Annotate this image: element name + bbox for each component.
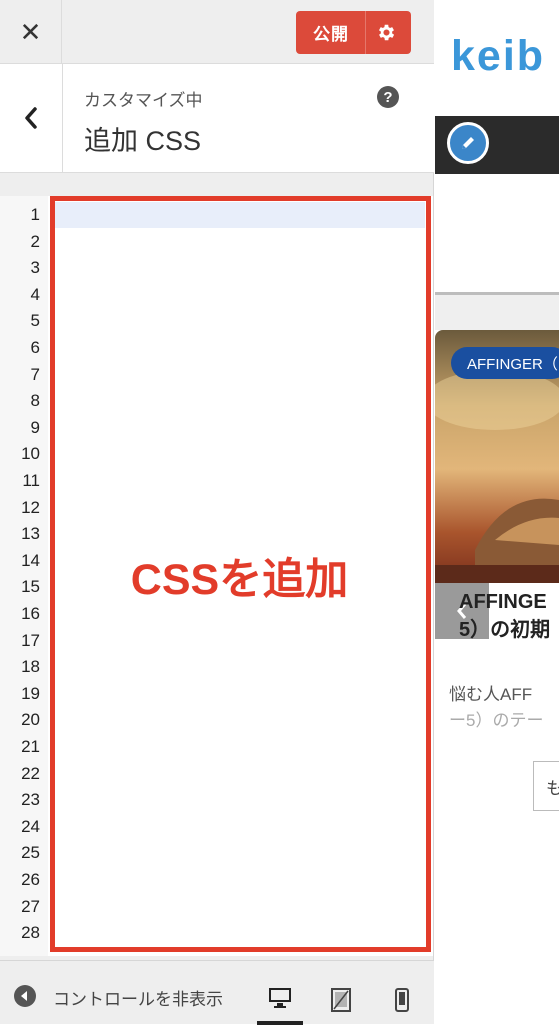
preview-menu-bar xyxy=(435,116,559,174)
help-icon[interactable]: ? xyxy=(377,86,399,108)
customizer-topbar: ✕ 公開 xyxy=(0,0,434,64)
back-button[interactable] xyxy=(0,64,63,172)
customizer-panel: ✕ 公開 カスタマイズ中 追加 CSS ? 1 2 3 4 5 6 7 8 9 10 11 12 13 1… xyxy=(0,0,434,1025)
close-button[interactable]: ✕ xyxy=(0,0,62,64)
read-more-button[interactable]: も xyxy=(533,761,559,811)
post-title-line1: AFFINGE xyxy=(459,591,547,613)
line-number: 16 xyxy=(21,604,40,623)
preview-content: AFFINGER（ AFFINGE 5）の初期 悩む人AFF ー5）のテー も xyxy=(435,292,559,843)
line-number: 9 xyxy=(30,417,40,437)
line-number: 2 xyxy=(30,231,40,251)
mobile-preview-button[interactable] xyxy=(379,975,425,1025)
desktop-preview-button[interactable] xyxy=(257,975,303,1025)
post-card[interactable]: AFFINGER（ AFFINGE 5）の初期 悩む人AFF ー5）のテー も xyxy=(435,330,559,843)
section-title: 追加 CSS xyxy=(84,126,202,156)
post-title-line2: 5）の初期 xyxy=(459,619,551,641)
line-number: 26 xyxy=(21,870,40,889)
annotation-text: CSSを追加 xyxy=(130,556,349,604)
line-number: 28 xyxy=(21,923,40,943)
post-excerpt: 悩む人AFF ー5）のテー xyxy=(449,682,543,734)
line-number: 12 xyxy=(21,497,40,517)
publish-button[interactable]: 公開 xyxy=(296,11,411,54)
chevron-left-icon xyxy=(25,107,37,129)
line-number: 4 xyxy=(30,284,40,304)
section-header: カスタマイズ中 追加 CSS ? xyxy=(0,64,434,173)
section-subtitle: カスタマイズ中 xyxy=(84,91,203,110)
tablet-preview-button[interactable] xyxy=(318,975,364,1025)
category-tag[interactable]: AFFINGER（ xyxy=(451,347,559,379)
post-title[interactable]: AFFINGE 5）の初期 xyxy=(459,588,550,644)
edit-shortcut-button[interactable] xyxy=(447,122,489,164)
publish-divider xyxy=(365,11,366,54)
line-number: 21 xyxy=(21,737,40,756)
line-number: 3 xyxy=(30,258,40,278)
line-number: 27 xyxy=(21,896,40,916)
line-number: 18 xyxy=(21,657,40,677)
line-number: 10 xyxy=(21,444,40,464)
publish-label: 公開 xyxy=(313,25,349,44)
pencil-icon xyxy=(462,137,474,149)
line-number: 20 xyxy=(21,710,40,730)
desktop-icon xyxy=(269,988,291,1008)
line-number: 1 xyxy=(30,205,40,224)
line-number: 13 xyxy=(21,524,40,544)
line-number: 17 xyxy=(21,630,40,650)
post-thumbnail[interactable]: AFFINGER（ xyxy=(435,330,559,583)
tablet-icon xyxy=(331,988,351,1012)
collapse-sidebar-label[interactable]: コントロールを非表示 xyxy=(53,985,245,1010)
site-logo[interactable]: keib xyxy=(451,32,545,81)
line-number: 25 xyxy=(21,843,40,863)
line-number: 5 xyxy=(30,311,40,331)
line-number: 6 xyxy=(30,338,40,357)
gear-icon[interactable] xyxy=(376,22,397,43)
line-number: 22 xyxy=(21,763,40,783)
post-excerpt-line1: 悩む人AFF xyxy=(449,685,533,704)
line-number: 7 xyxy=(30,364,40,384)
customizer-footer: コントロールを非表示 xyxy=(0,960,434,1025)
site-preview: keib AFFINGER（ AFFINGE 5）の初期 悩む人AFF ー5）の… xyxy=(435,0,559,1024)
line-number: 11 xyxy=(22,471,40,490)
line-number: 24 xyxy=(21,816,40,836)
line-number: 8 xyxy=(30,391,40,411)
mobile-icon xyxy=(395,988,409,1012)
line-number: 23 xyxy=(21,790,40,810)
line-number: 19 xyxy=(21,683,40,703)
close-icon: ✕ xyxy=(19,16,42,47)
collapse-sidebar-icon[interactable] xyxy=(14,985,36,1007)
post-excerpt-line2: ー5）のテー xyxy=(449,711,544,730)
